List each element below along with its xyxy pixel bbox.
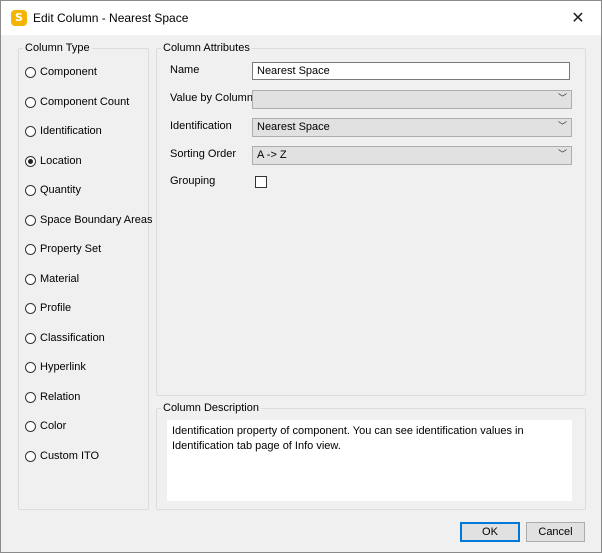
radio-label: Color	[40, 420, 67, 432]
radio-button[interactable]	[25, 450, 36, 462]
radio-label: Location	[40, 155, 82, 167]
radio-item-property-set[interactable]: Property Set	[25, 240, 101, 258]
identification-label: Identification	[170, 120, 232, 132]
chevron-down-icon: ﹀	[557, 94, 567, 104]
app-logo-icon: S	[11, 10, 27, 26]
radio-button[interactable]	[25, 243, 36, 255]
radio-item-component-count[interactable]: Component Count	[25, 93, 129, 111]
sorting-order-value: A -> Z	[257, 149, 287, 161]
edit-column-dialog: S Edit Column - Nearest Space ✕ Column T…	[0, 0, 602, 553]
radio-item-material[interactable]: Material	[25, 270, 79, 288]
radio-item-component[interactable]: Component	[25, 63, 97, 81]
radio-label: Quantity	[40, 184, 81, 196]
grouping-label: Grouping	[170, 175, 216, 187]
radio-button[interactable]	[25, 125, 36, 137]
radio-label: Component Count	[40, 96, 130, 108]
radio-button[interactable]	[25, 332, 36, 344]
radio-button[interactable]	[25, 155, 36, 167]
radio-button[interactable]	[25, 420, 36, 432]
close-button[interactable]: ✕	[555, 1, 601, 35]
radio-button[interactable]	[25, 361, 36, 373]
radio-label: Material	[40, 273, 80, 285]
radio-label: Space Boundary Areas	[40, 214, 153, 226]
value-by-column-label: Value by Column	[170, 92, 253, 104]
radio-label: Component	[40, 66, 97, 78]
radio-button[interactable]	[25, 391, 36, 403]
ok-button[interactable]: OK	[460, 522, 520, 542]
column-description-text: Identification property of component. Yo…	[167, 420, 572, 501]
radio-item-quantity[interactable]: Quantity	[25, 181, 81, 199]
identification-value: Nearest Space	[257, 121, 330, 133]
radio-button[interactable]	[25, 214, 36, 226]
column-type-legend: Column Type	[25, 42, 90, 54]
radio-button[interactable]	[25, 66, 36, 78]
radio-label: Hyperlink	[40, 361, 86, 373]
radio-button[interactable]	[25, 302, 36, 314]
title-bar: S Edit Column - Nearest Space ✕	[1, 1, 601, 35]
radio-item-custom-ito[interactable]: Custom ITO	[25, 447, 99, 465]
radio-label: Property Set	[40, 243, 102, 255]
name-input[interactable]: Nearest Space	[252, 62, 570, 80]
column-attributes-legend: Column Attributes	[163, 42, 250, 54]
radio-label: Custom ITO	[40, 450, 100, 462]
radio-item-space-boundary-areas[interactable]: Space Boundary Areas	[25, 211, 153, 229]
identification-select[interactable]: Nearest Space ﹀	[252, 118, 572, 137]
radio-item-color[interactable]: Color	[25, 417, 66, 435]
window-title: Edit Column - Nearest Space	[33, 11, 189, 25]
radio-button[interactable]	[25, 273, 36, 285]
column-description-legend: Column Description	[163, 402, 259, 414]
radio-item-relation[interactable]: Relation	[25, 388, 80, 406]
chevron-down-icon: ﹀	[557, 150, 567, 160]
radio-item-location[interactable]: Location	[25, 152, 82, 170]
cancel-button[interactable]: Cancel	[526, 522, 585, 542]
radio-item-profile[interactable]: Profile	[25, 299, 71, 317]
radio-item-hyperlink[interactable]: Hyperlink	[25, 358, 86, 376]
radio-label: Relation	[40, 391, 81, 403]
radio-button[interactable]	[25, 184, 36, 196]
chevron-down-icon: ﹀	[557, 122, 567, 132]
radio-item-classification[interactable]: Classification	[25, 329, 105, 347]
sorting-order-select[interactable]: A -> Z ﹀	[252, 146, 572, 165]
sorting-order-label: Sorting Order	[170, 148, 237, 160]
radio-label: Identification	[40, 125, 102, 137]
radio-item-identification[interactable]: Identification	[25, 122, 102, 140]
radio-button[interactable]	[25, 96, 36, 108]
radio-label: Profile	[40, 302, 72, 314]
name-label: Name	[170, 64, 200, 76]
value-by-column-select[interactable]: ﹀	[252, 90, 572, 109]
grouping-checkbox[interactable]	[255, 176, 267, 188]
radio-label: Classification	[40, 332, 105, 344]
